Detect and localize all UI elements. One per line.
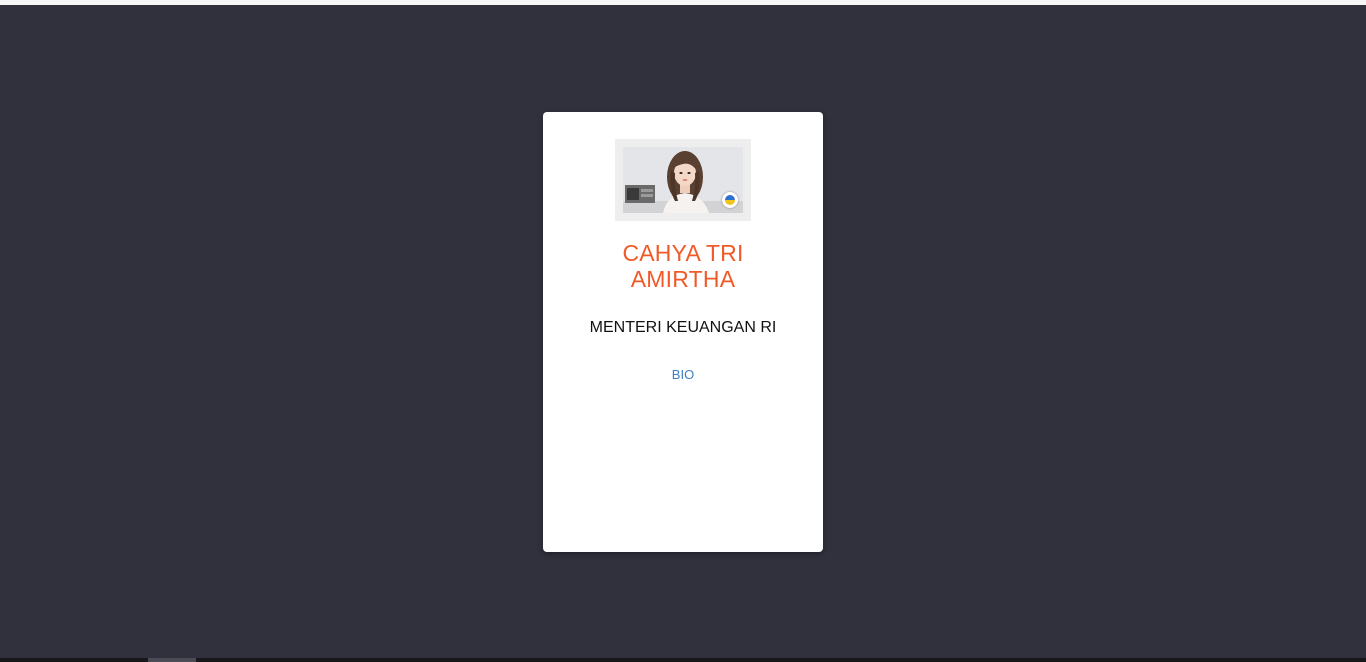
status-badge-icon [722,192,738,208]
horizontal-scrollbar[interactable] [0,658,1366,662]
bio-link[interactable]: BIO [653,367,713,383]
badge-flag-icon [725,195,735,205]
scrollbar-thumb[interactable] [148,658,196,662]
profile-card: CAHYA TRI AMIRTHA MENTERI KEUANGAN RI BI… [543,112,823,552]
profile-photo-frame [615,139,751,221]
browser-top-edge [0,0,1366,5]
profile-position: MENTERI KEUANGAN RI [589,319,777,336]
profile-name: CAHYA TRI AMIRTHA [543,240,823,292]
profile-name-line2: AMIRTHA [630,266,736,292]
profile-name-line1: CAHYA TRI [622,240,744,266]
